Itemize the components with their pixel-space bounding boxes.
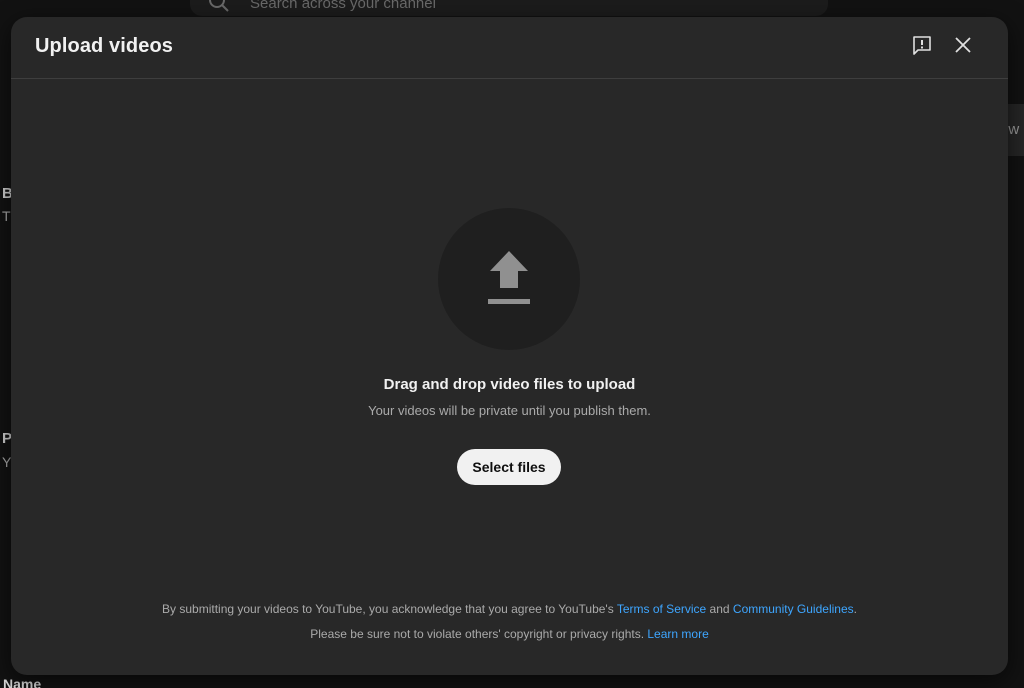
legal-text: . bbox=[853, 602, 857, 616]
feedback-button[interactable] bbox=[909, 34, 935, 60]
background-section-letter: Y bbox=[2, 454, 12, 470]
legal-notice-line-1: By submitting your videos to YouTube, yo… bbox=[11, 602, 1008, 616]
background-search-placeholder: Search across your channel bbox=[250, 0, 436, 12]
community-guidelines-link[interactable]: Community Guidelines bbox=[733, 602, 854, 616]
select-files-button[interactable]: Select files bbox=[457, 449, 561, 485]
close-icon bbox=[953, 35, 973, 60]
legal-text: Please be sure not to violate others' co… bbox=[310, 627, 648, 641]
learn-more-link[interactable]: Learn more bbox=[647, 627, 708, 641]
dialog-header: Upload videos bbox=[11, 17, 1008, 79]
legal-notice-line-2: Please be sure not to violate others' co… bbox=[11, 627, 1008, 641]
background-section-letter: T bbox=[2, 208, 11, 224]
search-icon bbox=[208, 0, 230, 13]
upload-videos-dialog: Upload videos Drag and drop video files … bbox=[11, 17, 1008, 675]
legal-text: By submitting your videos to YouTube, yo… bbox=[162, 602, 617, 616]
drag-drop-title: Drag and drop video files to upload bbox=[383, 376, 636, 393]
upload-drop-target[interactable] bbox=[438, 208, 580, 350]
dialog-title: Upload videos bbox=[35, 35, 173, 57]
terms-of-service-link[interactable]: Terms of Service bbox=[617, 602, 706, 616]
background-name-label: Name bbox=[3, 676, 42, 688]
legal-text: and bbox=[706, 602, 733, 616]
feedback-icon bbox=[911, 34, 933, 61]
background-search-bar: Search across your channel bbox=[190, 0, 828, 16]
close-button[interactable] bbox=[950, 34, 976, 60]
drag-drop-subtitle: Your videos will be private until you pu… bbox=[368, 403, 651, 418]
